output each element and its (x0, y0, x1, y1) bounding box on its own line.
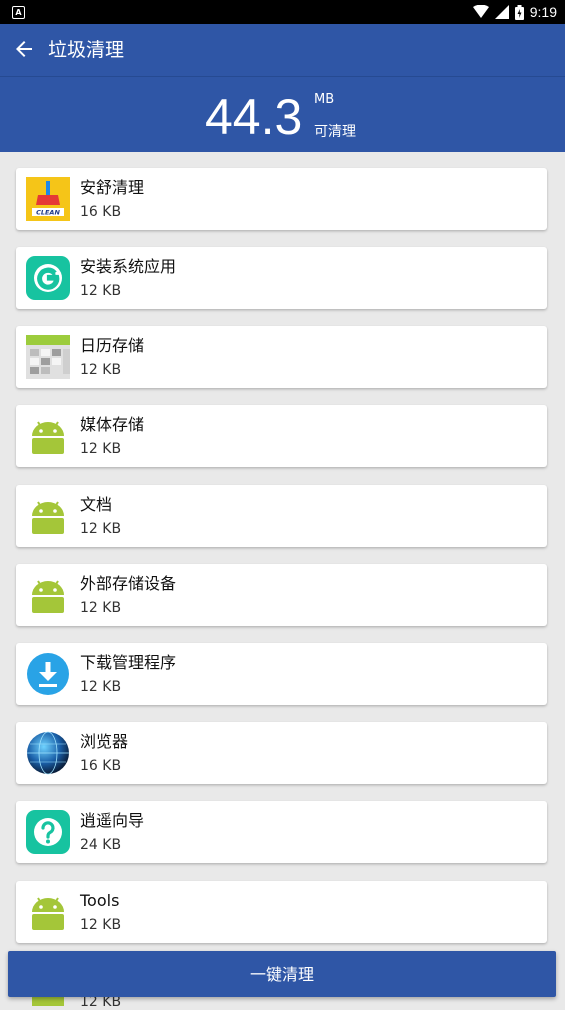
item-size: 12 KB (80, 521, 122, 537)
page-title: 垃圾清理 (48, 39, 125, 61)
junk-size: 44.3 (205, 89, 303, 145)
list-item[interactable]: 外部存储设备 12 KB (16, 564, 547, 626)
android-icon (32, 421, 64, 454)
status-bar: A 9:19 (0, 0, 565, 24)
junk-size-caption: 可清理 (314, 124, 356, 140)
item-size: 12 KB (80, 362, 122, 378)
junk-size-unit: MB (314, 92, 335, 107)
arrow-left-icon[interactable] (12, 37, 36, 61)
list-item[interactable]: 下载管理程序 12 KB (16, 643, 547, 705)
g-app-icon (26, 256, 70, 300)
item-name: 文档 (80, 495, 113, 514)
item-name: 下载管理程序 (80, 653, 177, 672)
list-item[interactable]: CLEAN 安舒清理 16 KB (16, 168, 547, 230)
svg-text:CLEAN: CLEAN (36, 209, 60, 217)
item-name: 浏览器 (80, 732, 129, 751)
android-icon (32, 580, 64, 613)
item-name: Tools (80, 891, 120, 910)
list-item[interactable]: Tools 12 KB (16, 881, 547, 943)
android-icon (32, 501, 64, 534)
list-item[interactable]: 浏览器 16 KB (16, 722, 547, 784)
list-item[interactable]: 文档 12 KB (16, 485, 547, 547)
wifi-icon (472, 5, 489, 18)
item-name: 日历存储 (80, 336, 145, 355)
item-name: 逍遥向导 (80, 811, 145, 830)
list-item[interactable]: 安装系统应用 12 KB (16, 247, 547, 309)
calendar-icon (26, 335, 70, 379)
item-size: 12 KB (80, 600, 122, 616)
app-bar: 垃圾清理 (0, 24, 565, 77)
clean-app-icon: CLEAN (26, 177, 70, 221)
download-icon (27, 653, 69, 695)
item-name: 安舒清理 (80, 178, 145, 197)
item-name: 媒体存储 (80, 415, 145, 434)
item-size: 12 KB (80, 283, 122, 299)
globe-icon (27, 731, 69, 775)
item-size: 16 KB (80, 758, 122, 774)
item-size: 16 KB (80, 204, 122, 220)
android-icon (32, 897, 64, 930)
item-size: 12 KB (80, 441, 122, 457)
item-size: 12 KB (80, 679, 122, 695)
item-name: 外部存储设备 (80, 574, 177, 593)
list-item[interactable]: 逍遥向导 24 KB (16, 801, 547, 863)
status-time: 9:19 (529, 4, 557, 20)
notification-icon: A (12, 6, 25, 19)
summary-header: 44.3 MB 可清理 (0, 77, 565, 152)
battery-icon (514, 4, 524, 20)
item-size: 12 KB (80, 917, 122, 933)
list-item[interactable]: 媒体存储 12 KB (16, 405, 547, 467)
help-icon (26, 810, 70, 854)
item-name: 安装系统应用 (80, 257, 177, 276)
one-click-clean-button[interactable]: 一键清理 (8, 951, 556, 997)
list-item[interactable]: 日历存储 12 KB (16, 326, 547, 388)
item-size: 24 KB (80, 837, 122, 853)
cell-signal-icon (494, 5, 509, 19)
